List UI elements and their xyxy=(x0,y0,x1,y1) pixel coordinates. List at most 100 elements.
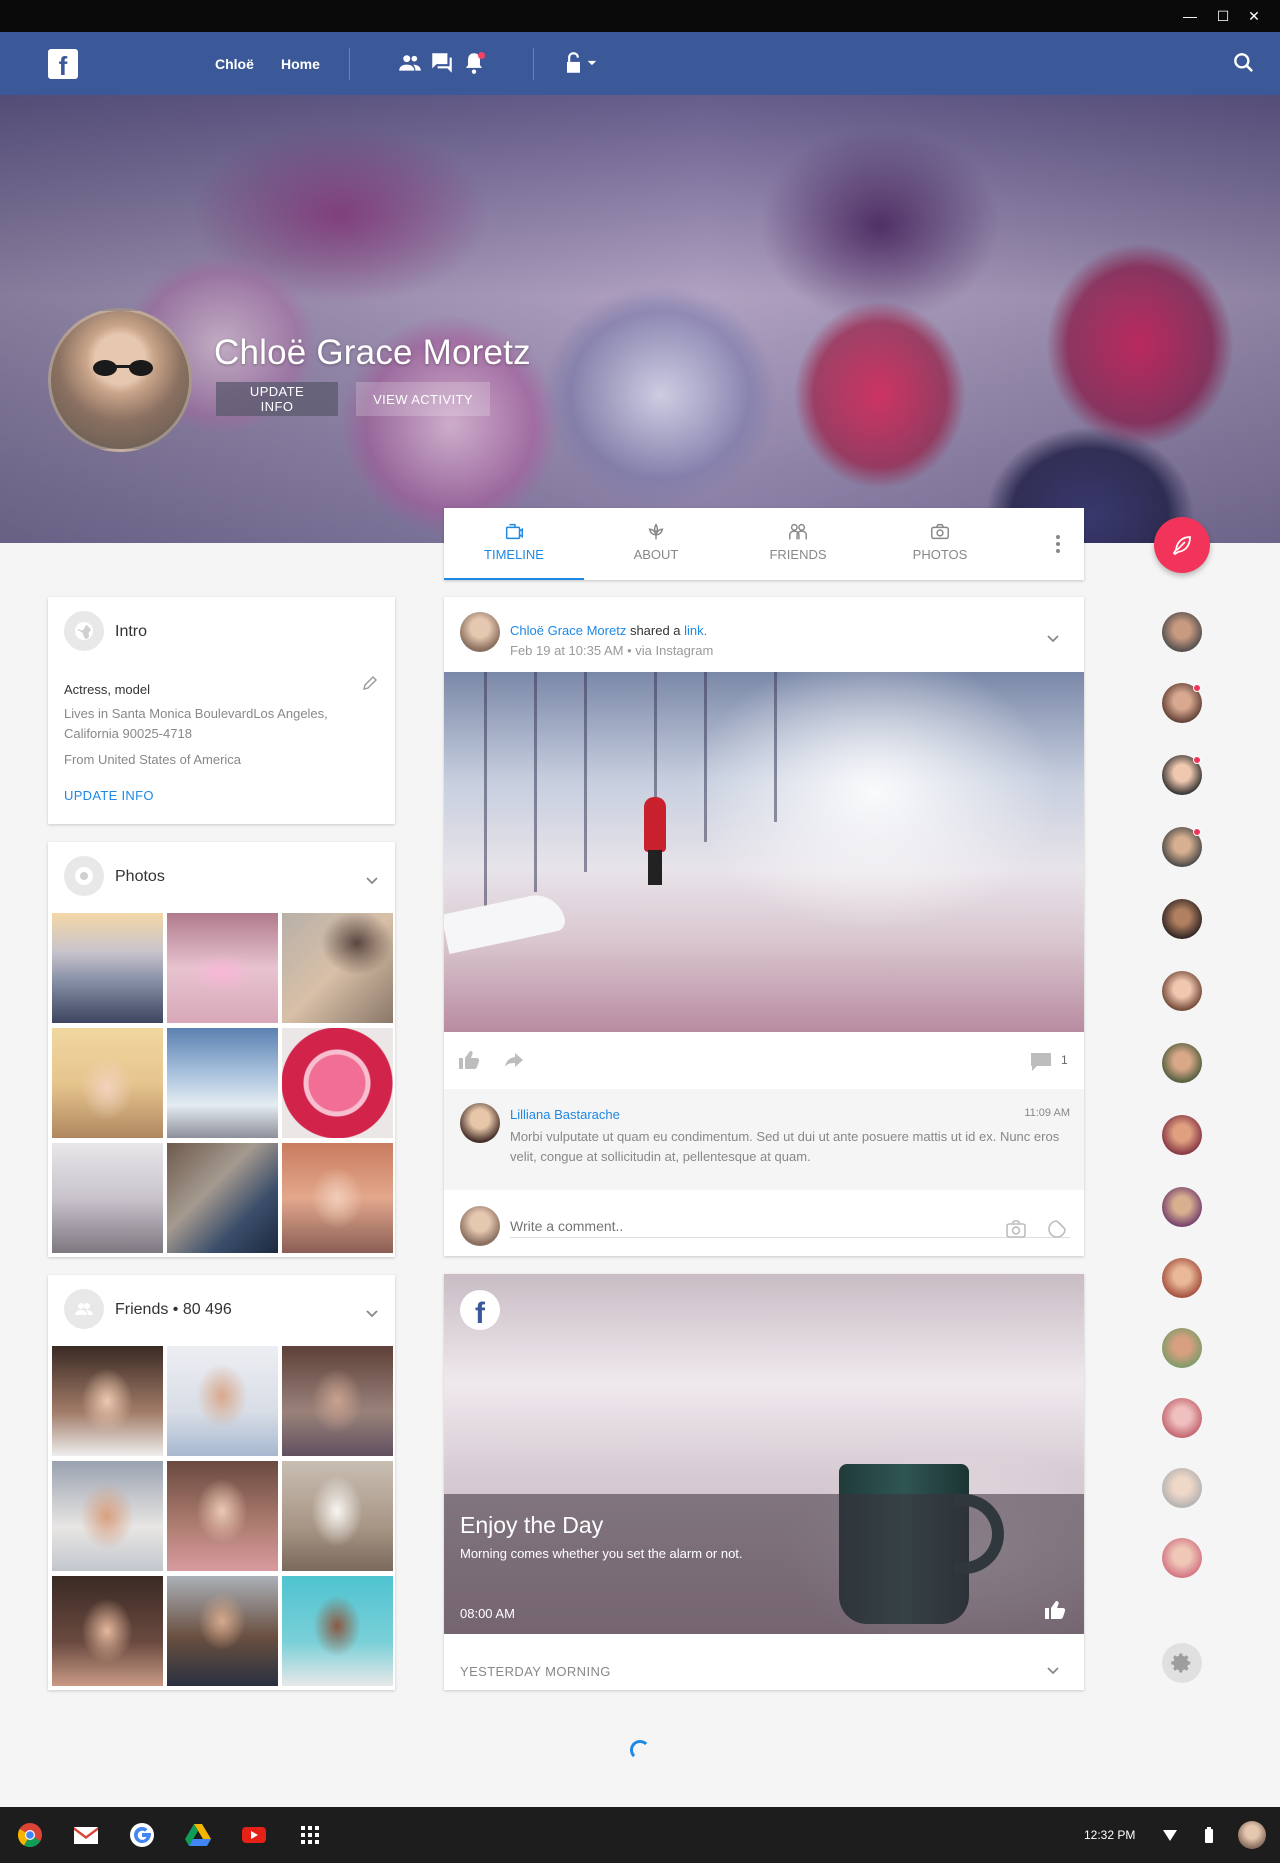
camera-icon[interactable] xyxy=(1006,1220,1026,1238)
contact-avatar[interactable] xyxy=(1162,1468,1202,1508)
friend-photo[interactable] xyxy=(167,1461,278,1571)
facebook-icon: f xyxy=(460,1290,500,1330)
share-icon[interactable] xyxy=(504,1052,524,1068)
more-options-icon[interactable] xyxy=(1052,534,1064,554)
like-icon[interactable] xyxy=(458,1050,480,1070)
post-meta: Feb 19 at 10:35 AM • via Instagram xyxy=(510,643,714,658)
cover-photo: Chloë Grace Moretz UPDATE INFO VIEW ACTI… xyxy=(0,95,1280,543)
user-account-avatar[interactable] xyxy=(1238,1821,1266,1849)
story-image[interactable]: f Enjoy the Day Morning comes whether yo… xyxy=(444,1274,1084,1634)
comment-time: 11:09 AM xyxy=(1024,1107,1070,1119)
friend-photo[interactable] xyxy=(282,1461,393,1571)
chrome-icon[interactable] xyxy=(16,1821,44,1849)
post-author-avatar[interactable] xyxy=(460,612,500,652)
timeline-icon xyxy=(505,523,523,540)
tree xyxy=(534,672,537,892)
friends-icon[interactable] xyxy=(397,50,423,76)
app-launcher-icon[interactable] xyxy=(296,1821,324,1849)
photo-thumbnail[interactable] xyxy=(167,1143,278,1253)
gmail-icon[interactable] xyxy=(72,1821,100,1849)
online-indicator xyxy=(1193,828,1201,836)
facebook-logo[interactable]: f xyxy=(48,49,78,79)
battery-icon[interactable] xyxy=(1204,1826,1214,1844)
comment: Lilliana Bastarache 11:09 AM Morbi vulpu… xyxy=(444,1089,1084,1190)
post-author-link[interactable]: Chloë Grace Moretz xyxy=(510,623,626,638)
profile-avatar[interactable] xyxy=(48,308,192,452)
wifi-icon[interactable] xyxy=(1162,1827,1178,1843)
post-image[interactable] xyxy=(444,672,1084,1032)
friends-card: Friends • 80 496 xyxy=(48,1275,395,1690)
contact-avatar[interactable] xyxy=(1162,1115,1202,1155)
intro-update-info-link[interactable]: UPDATE INFO xyxy=(64,786,154,806)
friend-photo[interactable] xyxy=(52,1461,163,1571)
friend-photo[interactable] xyxy=(167,1576,278,1686)
chat-settings-button[interactable] xyxy=(1162,1643,1202,1683)
friend-photo[interactable] xyxy=(52,1576,163,1686)
person-legs xyxy=(648,850,662,885)
contact-avatar[interactable] xyxy=(1162,1328,1202,1368)
photo-thumbnail[interactable] xyxy=(282,913,393,1023)
friend-photo[interactable] xyxy=(167,1346,278,1456)
photo-thumbnail[interactable] xyxy=(52,1143,163,1253)
contact-avatar[interactable] xyxy=(1162,899,1202,939)
comment-icon[interactable] xyxy=(1030,1052,1052,1072)
contact-avatar[interactable] xyxy=(1162,1187,1202,1227)
chevron-down-icon[interactable] xyxy=(1046,1666,1060,1676)
story-card: f Enjoy the Day Morning comes whether yo… xyxy=(444,1274,1084,1690)
cover-shade xyxy=(0,95,1280,543)
photo-thumbnail[interactable] xyxy=(167,913,278,1023)
compose-fab-button[interactable] xyxy=(1154,517,1210,573)
drive-icon[interactable] xyxy=(184,1821,212,1849)
messages-icon[interactable] xyxy=(429,50,455,76)
os-taskbar: 12:32 PM xyxy=(0,1807,1280,1863)
contact-avatar[interactable] xyxy=(1162,1538,1202,1578)
profile-tabs: TIMELINE ABOUT FRIENDS PHOTOS xyxy=(444,508,1084,580)
friend-photo[interactable] xyxy=(282,1346,393,1456)
update-info-button[interactable]: UPDATE INFO xyxy=(216,382,338,416)
minimize-button[interactable]: — xyxy=(1180,6,1200,26)
photo-thumbnail[interactable] xyxy=(167,1028,278,1138)
contact-avatar[interactable] xyxy=(1162,1258,1202,1298)
commenter-avatar[interactable] xyxy=(460,1103,500,1143)
tab-photos[interactable]: PHOTOS xyxy=(870,508,1010,580)
chevron-down-icon[interactable] xyxy=(365,1309,379,1319)
intro-card: Intro Actress, model Lives in Santa Moni… xyxy=(48,597,395,824)
contact-avatar[interactable] xyxy=(1162,1043,1202,1083)
clock[interactable]: 12:32 PM xyxy=(1084,1828,1135,1842)
tab-friends[interactable]: FRIENDS xyxy=(728,508,868,580)
tab-about[interactable]: ABOUT xyxy=(586,508,726,580)
photo-thumbnail[interactable] xyxy=(282,1143,393,1253)
notifications-icon[interactable] xyxy=(461,50,487,76)
friend-photo[interactable] xyxy=(52,1346,163,1456)
edit-pencil-icon[interactable] xyxy=(362,675,378,691)
comment-input[interactable] xyxy=(510,1214,1070,1238)
photo-thumbnail[interactable] xyxy=(282,1028,393,1138)
contact-avatar[interactable] xyxy=(1162,1398,1202,1438)
search-icon[interactable] xyxy=(1231,50,1257,76)
friend-photo[interactable] xyxy=(282,1576,393,1686)
tab-timeline[interactable]: TIMELINE xyxy=(444,508,584,580)
nav-home-link[interactable]: Home xyxy=(281,56,320,72)
sticker-icon[interactable] xyxy=(1048,1220,1066,1238)
globe-icon xyxy=(64,611,104,651)
like-icon[interactable] xyxy=(1044,1600,1066,1620)
google-icon[interactable] xyxy=(128,1821,156,1849)
contact-avatar[interactable] xyxy=(1162,612,1202,652)
nav-profile-link[interactable]: Chloë xyxy=(215,56,254,72)
photo-thumbnail[interactable] xyxy=(52,1028,163,1138)
commenter-name[interactable]: Lilliana Bastarache xyxy=(510,1107,620,1122)
maximize-button[interactable]: ☐ xyxy=(1213,6,1233,26)
contact-avatar[interactable] xyxy=(1162,971,1202,1011)
close-button[interactable]: ✕ xyxy=(1244,6,1264,26)
intro-job: Actress, model xyxy=(64,682,150,697)
loading-spinner xyxy=(630,1740,650,1760)
lock-icon[interactable] xyxy=(560,50,600,76)
photo-thumbnail[interactable] xyxy=(52,913,163,1023)
view-activity-button[interactable]: VIEW ACTIVITY xyxy=(356,382,490,416)
chevron-down-icon[interactable] xyxy=(365,876,379,886)
youtube-icon[interactable] xyxy=(240,1821,268,1849)
post-link[interactable]: link. xyxy=(684,623,707,638)
chevron-down-icon[interactable] xyxy=(1046,634,1060,644)
intro-title: Intro xyxy=(115,623,148,640)
tree xyxy=(774,672,777,822)
